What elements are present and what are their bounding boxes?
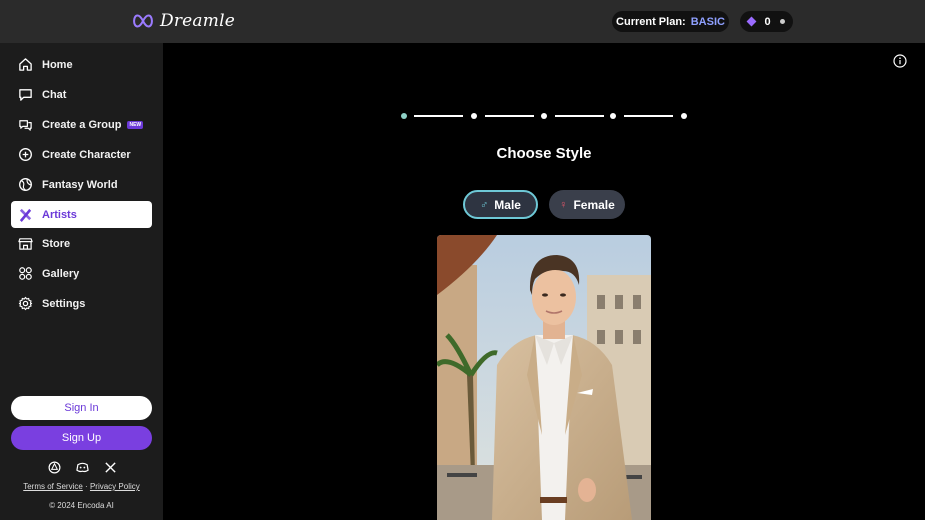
add-credits-icon	[780, 19, 785, 24]
step-dot-5	[681, 113, 687, 119]
logo-icon	[133, 14, 153, 28]
sidebar-item-label: Artists	[42, 208, 77, 221]
sidebar-item-label: Settings	[42, 297, 86, 310]
sidebar-item-create-character[interactable]: Create Character	[11, 141, 152, 168]
plan-value: BASIC	[690, 15, 725, 28]
sign-in-button[interactable]: Sign In	[11, 396, 152, 420]
legal-links: Terms of Service · Privacy Policy	[0, 482, 163, 491]
male-label: Male	[494, 197, 521, 212]
credits-badge[interactable]: 0	[740, 11, 793, 32]
social-links	[47, 460, 117, 474]
sidebar-item-chat[interactable]: Chat	[11, 81, 152, 108]
logo-text: Dreamle	[160, 11, 235, 31]
current-plan-badge[interactable]: Current Plan: BASIC	[612, 11, 729, 32]
sidebar-item-create-group[interactable]: Create a Group NEW	[11, 111, 152, 138]
brush-icon	[17, 207, 33, 223]
discord-icon[interactable]	[75, 460, 89, 474]
x-icon[interactable]	[103, 460, 117, 474]
sidebar-item-label: Create Character	[42, 148, 131, 161]
step-line	[555, 115, 604, 117]
group-icon	[17, 117, 33, 133]
plus-circle-icon	[17, 147, 33, 163]
style-preview-image[interactable]	[437, 235, 651, 520]
new-badge: NEW	[127, 120, 144, 129]
gem-icon	[746, 16, 757, 27]
sidebar-item-label: Store	[42, 237, 71, 250]
sidebar-item-store[interactable]: Store	[11, 230, 152, 257]
top-bar: Dreamle Current Plan: BASIC 0	[0, 0, 925, 43]
home-icon	[17, 57, 33, 73]
plan-label: Current Plan:	[616, 15, 686, 28]
sign-up-button[interactable]: Sign Up	[11, 426, 152, 450]
step-dot-3	[541, 113, 547, 119]
page-title: Choose Style	[496, 145, 592, 162]
copyright: © 2024 Encoda AI	[49, 501, 114, 510]
sidebar-item-fantasy-world[interactable]: Fantasy World	[11, 171, 152, 198]
sidebar-item-home[interactable]: Home	[11, 51, 152, 78]
female-symbol-icon: ♀	[559, 198, 568, 211]
sidebar-item-label: Gallery	[42, 267, 80, 280]
logo[interactable]: Dreamle	[132, 11, 235, 31]
female-style-button[interactable]: ♀ Female	[549, 190, 625, 219]
sidebar-item-label: Fantasy World	[42, 178, 118, 191]
step-line	[414, 115, 463, 117]
step-dot-4	[610, 113, 616, 119]
male-style-button[interactable]: ♂ Male	[463, 190, 538, 219]
sidebar-item-label: Home	[42, 58, 73, 71]
credits-count: 0	[764, 15, 771, 28]
sidebar-item-gallery[interactable]: Gallery	[11, 260, 152, 287]
globe-icon	[17, 177, 33, 193]
terms-link[interactable]: Terms of Service	[23, 482, 83, 491]
female-label: Female	[573, 197, 615, 212]
sidebar-item-label: Chat	[42, 88, 67, 101]
step-dot-2	[471, 113, 477, 119]
step-dot-1	[401, 113, 407, 119]
store-icon	[17, 236, 33, 252]
gear-icon	[17, 296, 33, 312]
male-symbol-icon: ♂	[480, 198, 489, 211]
step-line	[624, 115, 673, 117]
sidebar-item-label: Create a Group	[42, 118, 122, 131]
reddit-icon[interactable]	[47, 460, 61, 474]
step-line	[485, 115, 534, 117]
info-icon[interactable]	[893, 54, 907, 68]
sidebar-item-settings[interactable]: Settings	[11, 290, 152, 317]
gallery-icon	[17, 266, 33, 282]
privacy-link[interactable]: Privacy Policy	[90, 482, 140, 491]
progress-stepper	[401, 112, 691, 120]
sidebar-item-artists[interactable]: Artists	[11, 201, 152, 228]
chat-icon	[17, 87, 33, 103]
legal-separator: ·	[85, 482, 88, 491]
